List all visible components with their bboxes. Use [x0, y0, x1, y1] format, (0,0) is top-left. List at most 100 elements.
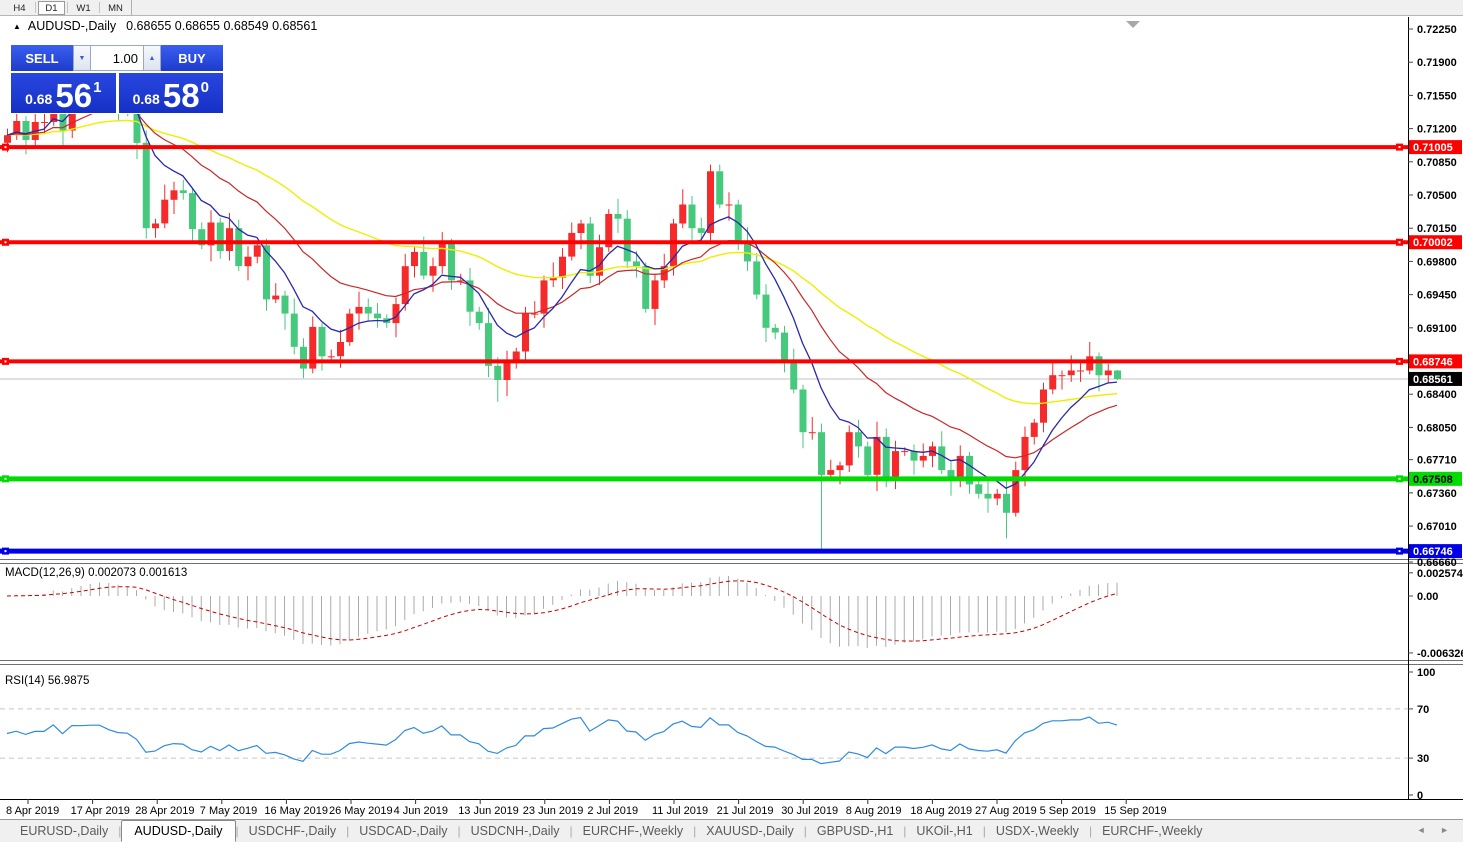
timeframe-button-h4[interactable]: H4	[6, 1, 33, 15]
date-label: 28 Apr 2019	[135, 805, 194, 817]
date-label: 16 May 2019	[264, 805, 328, 817]
svg-text:0.72250: 0.72250	[1417, 24, 1457, 36]
chart-window: 0.72250 0.71900 0.71550 0.71200 0.70850 0.705…	[0, 17, 1463, 819]
date-label: 8 Aug 2019	[846, 805, 902, 817]
pane-frames	[0, 17, 1463, 800]
svg-text:70: 70	[1417, 704, 1429, 716]
rsi-indicator-title: RSI(14) 56.9875	[5, 675, 90, 687]
chart-tab-usdchf-daily[interactable]: USDCHF-,Daily	[239, 822, 347, 840]
date-label: 4 Jun 2019	[394, 805, 448, 817]
volume-decrease-icon[interactable]: ▼	[73, 45, 91, 71]
price-chart[interactable]: 0.72250 0.71900 0.71550 0.71200 0.70850 0.705…	[0, 17, 1463, 819]
toolbar-separator	[131, 0, 132, 15]
svg-text:0.70500: 0.70500	[1417, 190, 1457, 202]
macd-indicator-title: MACD(12,26,9) 0.002073 0.001613	[5, 567, 188, 579]
buy-price-display[interactable]: 0.68 58 0	[118, 73, 223, 114]
rsi-pane: 100 70 30 0	[0, 667, 1435, 802]
rsi-line	[6, 716, 1118, 765]
tab-scroll-left-icon[interactable]: ◄	[1417, 825, 1432, 835]
chart-shift-marker-icon[interactable]	[1126, 21, 1140, 28]
tab-scroll-right-icon[interactable]: ►	[1440, 825, 1455, 835]
chart-tab-eurchf-weekly[interactable]: EURCHF-,Weekly	[1092, 822, 1212, 840]
chart-tab-bar: EURUSD-,Daily | AUDUSD-,Daily | USDCHF-,Dail…	[0, 819, 1463, 842]
svg-text:0.67010: 0.67010	[1417, 521, 1457, 533]
buy-pips: 58	[162, 76, 200, 114]
chart-tab-xauusd-daily[interactable]: XAUUSD-,Daily	[696, 822, 804, 840]
toolbar-separator	[99, 2, 100, 13]
date-label: 8 Apr 2019	[6, 805, 59, 817]
svg-text:0.71550: 0.71550	[1417, 90, 1457, 102]
svg-text:0.68050: 0.68050	[1417, 422, 1457, 434]
date-label: 30 Jul 2019	[781, 805, 838, 817]
svg-text:0.70850: 0.70850	[1417, 157, 1457, 169]
date-label: 26 May 2019	[329, 805, 393, 817]
sell-price-display[interactable]: 0.68 56 1	[11, 73, 116, 113]
volume-input[interactable]: 1.00	[91, 45, 143, 71]
chart-tab-usdx-weekly[interactable]: USDX-,Weekly	[986, 822, 1089, 840]
chart-tab-audusd-daily[interactable]: AUDUSD-,Daily	[121, 820, 236, 842]
collapse-triangle-icon[interactable]: ▲	[13, 22, 21, 31]
svg-text:0.68400: 0.68400	[1417, 389, 1457, 401]
svg-text:0.66746: 0.66746	[1413, 546, 1453, 558]
toolbar-separator	[67, 2, 68, 13]
ma-fast-line	[6, 91, 1118, 489]
buy-button[interactable]: BUY	[161, 45, 223, 71]
toolbar-separator	[35, 2, 36, 13]
date-label: 13 Jun 2019	[458, 805, 519, 817]
chart-tab-gbpusd-h1[interactable]: GBPUSD-,H1	[807, 822, 903, 840]
svg-text:0.71900: 0.71900	[1417, 57, 1457, 69]
svg-text:0.67710: 0.67710	[1417, 455, 1457, 467]
date-axis: 8 Apr 2019 17 Apr 2019 28 Apr 2019 7 May 20…	[6, 799, 1167, 817]
sell-big-figure: 0.68	[25, 91, 53, 107]
svg-text:0.69450: 0.69450	[1417, 290, 1457, 302]
volume-increase-icon[interactable]: ▲	[143, 45, 161, 71]
tab-scroll-arrows[interactable]: ◄ ►	[1417, 825, 1455, 835]
svg-text:0.71200: 0.71200	[1417, 124, 1457, 136]
one-click-trading-panel: SELL ▼ 1.00 ▲ BUY 0.68 56 1 0.68 58 0	[10, 44, 224, 114]
svg-text:0.70150: 0.70150	[1417, 223, 1457, 235]
svg-text:100: 100	[1417, 667, 1435, 679]
sell-pipette: 1	[93, 79, 102, 96]
chart-ohlc-values: 0.68655 0.68655 0.68549 0.68561	[126, 19, 318, 33]
volume-spinner: ▼ 1.00 ▲	[73, 45, 161, 71]
svg-text:0.69100: 0.69100	[1417, 323, 1457, 335]
svg-text:0.68561: 0.68561	[1413, 374, 1453, 386]
date-label: 18 Aug 2019	[910, 805, 972, 817]
svg-text:0.69800: 0.69800	[1417, 256, 1457, 268]
sell-pips: 56	[55, 76, 93, 114]
chart-tab-usdcad-daily[interactable]: USDCAD-,Daily	[349, 822, 457, 840]
moving-averages	[6, 91, 1118, 489]
date-label: 17 Apr 2019	[71, 805, 130, 817]
buy-pipette: 0	[200, 79, 209, 96]
date-label: 23 Jun 2019	[523, 805, 584, 817]
timeframe-button-d1[interactable]: D1	[38, 0, 65, 15]
macd-pane: 0.002574 0.00 -0.006326	[6, 568, 1463, 660]
terminal-window: H4 D1 W1 MN 0.72250 0.71900 0.71550 0.71200 0.7…	[0, 0, 1463, 842]
price-axis: 0.72250 0.71900 0.71550 0.71200 0.70850 0.705…	[1408, 24, 1462, 569]
svg-text:0.71005: 0.71005	[1413, 142, 1453, 154]
svg-text:0.70002: 0.70002	[1413, 237, 1453, 249]
svg-text:0.002574: 0.002574	[1417, 568, 1463, 580]
chart-tab-ukoil-h1[interactable]: UKOil-,H1	[906, 822, 982, 840]
chart-tab-eurchf-weekly[interactable]: EURCHF-,Weekly	[573, 822, 693, 840]
date-label: 7 May 2019	[200, 805, 257, 817]
date-label: 2 Jul 2019	[587, 805, 638, 817]
chart-tab-usdcnh-daily[interactable]: USDCNH-,Daily	[461, 822, 570, 840]
timeframe-button-w1[interactable]: W1	[70, 1, 97, 15]
svg-text:30: 30	[1417, 753, 1429, 765]
sell-button[interactable]: SELL	[11, 45, 73, 71]
date-label: 27 Aug 2019	[975, 805, 1037, 817]
svg-text:0.68746: 0.68746	[1413, 356, 1453, 368]
chart-tab-eurusd-daily[interactable]: EURUSD-,Daily	[10, 822, 118, 840]
svg-text:0.67360: 0.67360	[1417, 488, 1457, 500]
timeframe-button-mn[interactable]: MN	[102, 1, 129, 15]
date-label: 5 Sep 2019	[1040, 805, 1096, 817]
buy-big-figure: 0.68	[132, 91, 160, 107]
chart-title: ▲ AUDUSD-,Daily 0.68655 0.68655 0.68549 …	[13, 19, 317, 33]
timeframe-toolbar: H4 D1 W1 MN	[0, 0, 1463, 16]
candlesticks	[4, 59, 1121, 549]
svg-text:-0.006326: -0.006326	[1417, 648, 1463, 660]
svg-text:0.67508: 0.67508	[1413, 474, 1453, 486]
date-label: 11 Jul 2019	[652, 805, 708, 817]
chart-symbol-period: AUDUSD-,Daily	[27, 19, 117, 33]
